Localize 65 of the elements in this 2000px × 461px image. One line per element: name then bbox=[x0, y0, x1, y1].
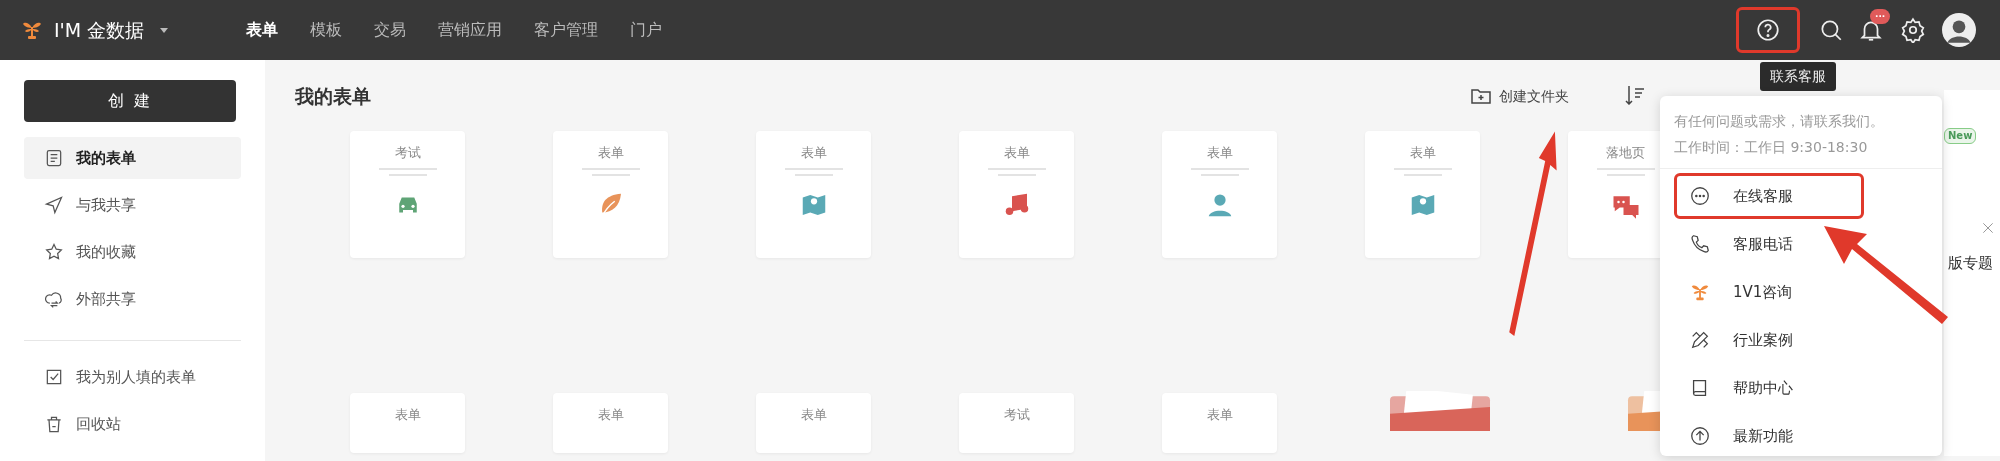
sort-icon[interactable] bbox=[1625, 85, 1645, 105]
intro-text: 有任何问题或需求，请联系我们。 bbox=[1674, 112, 1885, 131]
folder-plus-icon bbox=[1471, 88, 1491, 104]
tooltip: 联系客服 bbox=[1760, 62, 1836, 91]
card-label: 表单 bbox=[597, 405, 624, 424]
form-card[interactable]: 表单 bbox=[756, 130, 871, 258]
close-icon[interactable] bbox=[1980, 220, 1996, 236]
form-card[interactable]: 考试 bbox=[959, 392, 1074, 453]
form-card[interactable]: 表单 bbox=[959, 130, 1074, 258]
avatar-icon[interactable] bbox=[1942, 13, 1976, 47]
form-card[interactable]: 考试 bbox=[350, 130, 465, 258]
pencil-ruler-icon bbox=[1689, 329, 1711, 351]
form-card[interactable]: 表单 bbox=[350, 392, 465, 453]
card-label: 表单 bbox=[1003, 143, 1030, 162]
nav-tab[interactable]: 营销应用 bbox=[422, 18, 519, 42]
sidebar-item[interactable]: 我的表单 bbox=[24, 137, 241, 179]
nav-tab[interactable]: 表单 bbox=[230, 18, 295, 42]
trash-icon bbox=[44, 414, 64, 434]
card-label: 表单 bbox=[394, 405, 421, 424]
nav-tab[interactable]: 交易 bbox=[358, 18, 423, 42]
nav-tab[interactable]: 客户管理 bbox=[518, 18, 615, 42]
cloud-icon bbox=[44, 289, 64, 309]
paper-plane-icon bbox=[44, 195, 64, 215]
checkbox-icon bbox=[44, 367, 64, 387]
menu-item[interactable]: 在线客服 bbox=[1674, 173, 1864, 219]
star-icon bbox=[44, 242, 64, 262]
sidebar-item[interactable]: 外部共享 bbox=[24, 278, 241, 320]
menu-item[interactable]: 最新功能 bbox=[1674, 413, 1864, 459]
form-card[interactable]: 表单 bbox=[1162, 130, 1277, 258]
settings-icon[interactable] bbox=[1900, 17, 1926, 43]
brand-name[interactable]: I'M 金数据 bbox=[54, 15, 145, 45]
card-label: 表单 bbox=[800, 143, 827, 162]
new-badge: New bbox=[1944, 128, 1977, 144]
form-card[interactable]: 表单 bbox=[1162, 392, 1277, 453]
phone-icon bbox=[1689, 233, 1711, 255]
menu-item[interactable]: 1V1咨询 bbox=[1674, 269, 1864, 315]
notification-badge: ··· bbox=[1870, 9, 1891, 24]
caret-icon[interactable] bbox=[158, 25, 171, 35]
document-icon bbox=[44, 148, 64, 168]
sidebar-item[interactable]: 与我共享 bbox=[24, 184, 241, 226]
create-button[interactable]: 创 建 bbox=[24, 80, 236, 122]
panel-text: 版专题 bbox=[1948, 253, 1993, 274]
menu-item[interactable]: 帮助中心 bbox=[1674, 365, 1864, 411]
menu-item[interactable]: 行业案例 bbox=[1674, 317, 1864, 363]
help-icon[interactable] bbox=[1755, 17, 1781, 43]
form-card[interactable]: 表单 bbox=[756, 392, 871, 453]
sidebar-item[interactable]: 回收站 bbox=[24, 403, 241, 445]
nav-tab[interactable]: 模板 bbox=[294, 18, 359, 42]
create-folder-button[interactable]: 创建文件夹 bbox=[1470, 84, 1570, 108]
card-label: 表单 bbox=[800, 405, 827, 424]
card-label: 表单 bbox=[1206, 143, 1233, 162]
card-label: 表单 bbox=[597, 143, 624, 162]
chat-bubble-icon bbox=[1689, 185, 1711, 207]
sidebar-item[interactable]: 我的收藏 bbox=[24, 231, 241, 273]
card-label: 表单 bbox=[1206, 405, 1233, 424]
form-card[interactable]: 表单 bbox=[553, 392, 668, 453]
nav-tab[interactable]: 门户 bbox=[614, 18, 679, 42]
form-card[interactable]: 表单 bbox=[553, 130, 668, 258]
card-label: 考试 bbox=[394, 143, 421, 162]
card-label: 表单 bbox=[1409, 143, 1436, 162]
card-label: 考试 bbox=[1003, 405, 1030, 424]
page-title: 我的表单 bbox=[295, 84, 372, 109]
sidebar-item[interactable]: 我为别人填的表单 bbox=[24, 356, 241, 398]
card-label: 落地页 bbox=[1606, 143, 1645, 162]
form-card[interactable]: 表单 bbox=[1365, 130, 1480, 258]
